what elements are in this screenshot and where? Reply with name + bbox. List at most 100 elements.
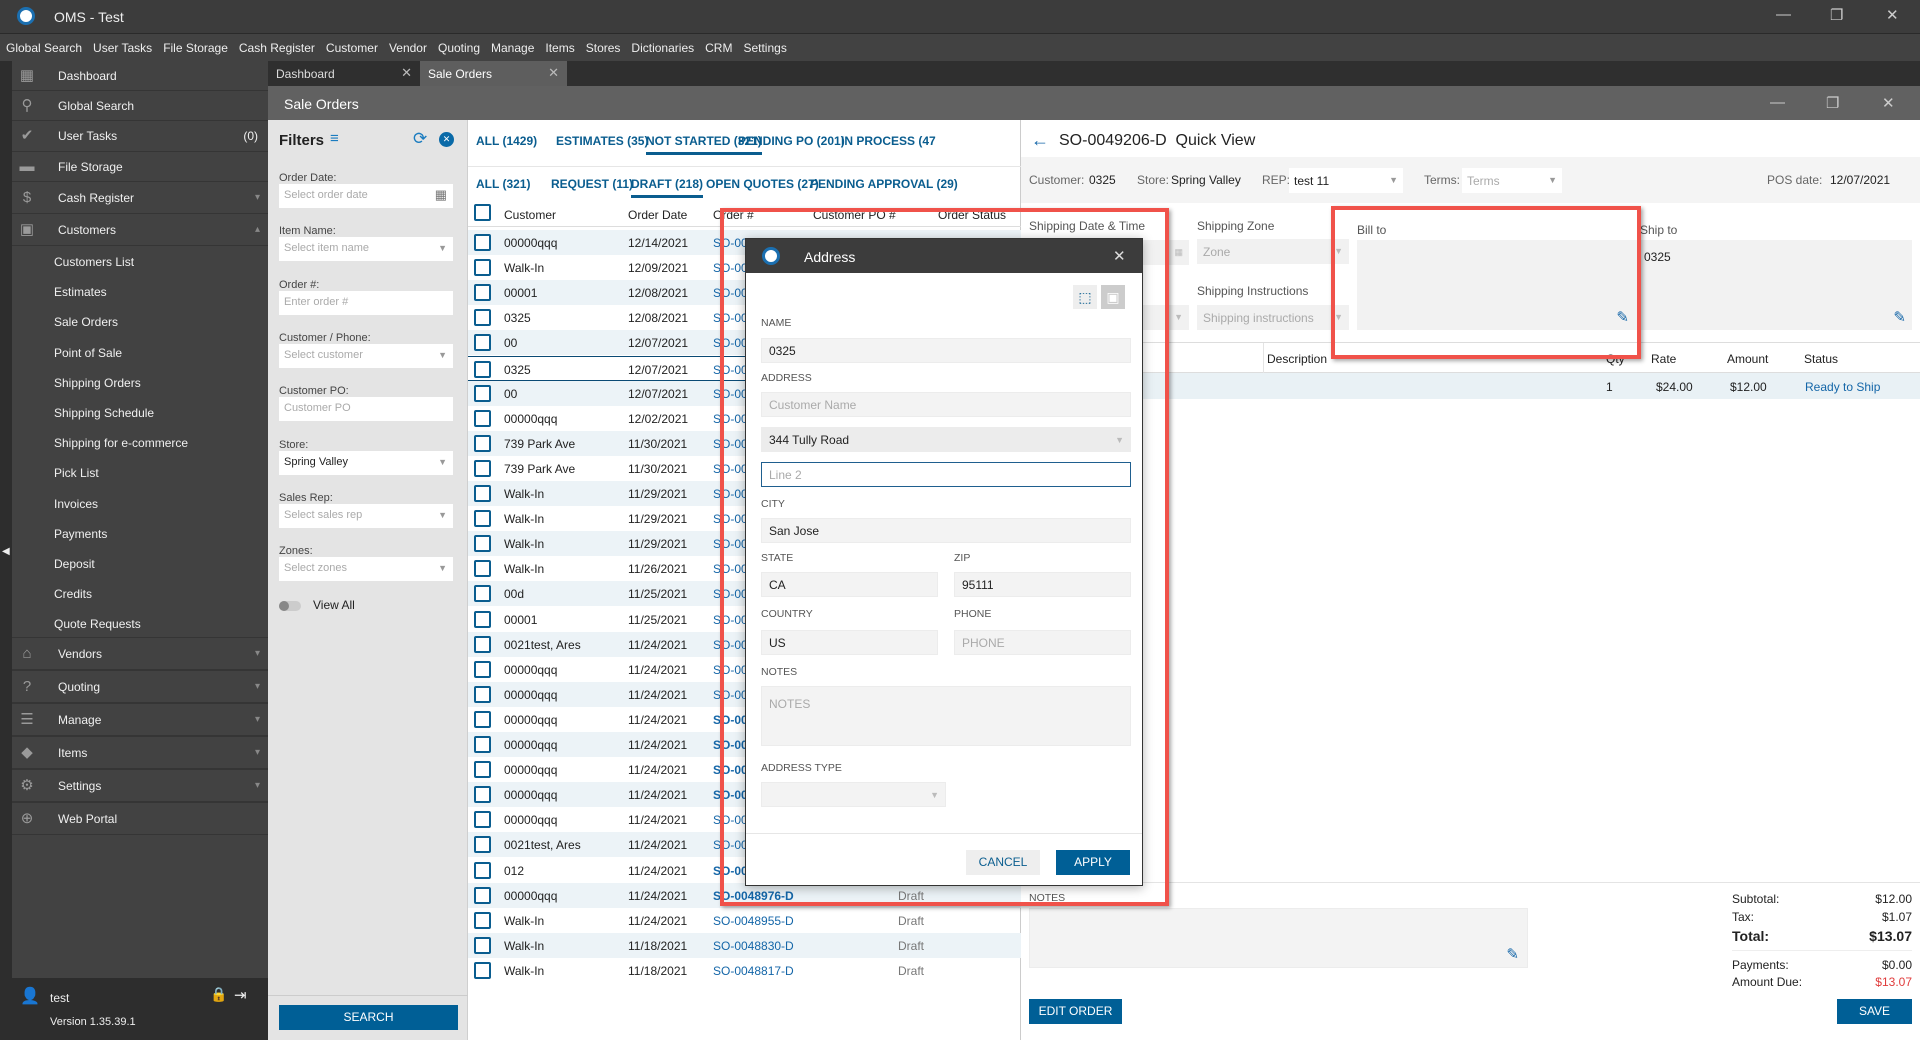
sidebar-item-settings[interactable]: ⚙ Settings ▾ — [12, 769, 268, 802]
cell-order-number-link[interactable]: SO-0048817-D — [713, 964, 794, 978]
close-tab-icon[interactable]: ✕ — [548, 65, 559, 81]
sidebar-subitem-quote-requests[interactable]: Quote Requests — [54, 617, 141, 631]
sidebar-item-vendors[interactable]: ⌂ Vendors ▾ — [12, 637, 268, 670]
bill-to-box[interactable]: ✎ — [1357, 240, 1637, 330]
line-item-row[interactable]: 1 $24.00 $12.00 Ready to Ship — [1021, 373, 1920, 399]
view-all-toggle[interactable] — [279, 601, 301, 611]
chevron-down-icon[interactable]: ▾ — [255, 192, 260, 203]
column-header-order-status[interactable]: Order Status — [938, 208, 1006, 222]
sidebar-item-cash-register[interactable]: $ Cash Register ▾ — [12, 182, 268, 214]
sidebar-item-file-storage[interactable]: ▬ File Storage — [12, 152, 268, 182]
sidebar-item-dashboard[interactable]: ▦ Dashboard — [12, 61, 268, 91]
cancel-button[interactable]: CANCEL — [966, 850, 1040, 875]
cell-order-number-link[interactable]: SO-00 — [713, 462, 748, 476]
cell-order-number-link[interactable]: SO-00 — [713, 864, 748, 878]
close-icon[interactable]: ✕ — [1886, 6, 1899, 24]
sidebar-item-web-portal[interactable]: ⊕ Web Portal — [12, 802, 268, 835]
cell-order-number-link[interactable]: SO-00 — [713, 663, 748, 677]
cell-order-number-link[interactable]: SO-00 — [713, 763, 748, 777]
cell-order-number-link[interactable]: SO-00 — [713, 613, 748, 627]
row-checkbox[interactable] — [474, 911, 491, 929]
zip-input[interactable]: 95111 — [954, 572, 1131, 597]
sidebar-subitem-pick-list[interactable]: Pick List — [54, 466, 99, 480]
chevron-down-icon[interactable]: ▾ — [255, 714, 260, 725]
country-input[interactable]: US — [761, 630, 938, 655]
cell-order-number-link[interactable]: SO-0048955-D — [713, 914, 794, 928]
sub-tab-draft-218[interactable]: DRAFT (218) — [631, 177, 704, 198]
column-header-order-date[interactable]: Order Date — [628, 208, 687, 222]
menu-dictionaries[interactable]: Dictionaries — [631, 41, 694, 55]
row-checkbox[interactable] — [474, 736, 491, 753]
clear-filters-icon[interactable]: ✕ — [439, 132, 454, 147]
sidebar-subitem-shipping-for-e-commerce[interactable]: Shipping for e-commerce — [54, 436, 188, 450]
row-checkbox[interactable] — [474, 861, 491, 879]
row-checkbox[interactable] — [474, 535, 491, 553]
row-checkbox[interactable] — [474, 585, 491, 603]
table-row[interactable]: Walk-In 11/18/2021 SO-0048817-D Draft — [468, 958, 1021, 983]
row-checkbox[interactable] — [474, 409, 491, 427]
sidebar-subitem-credits[interactable]: Credits — [54, 587, 92, 601]
cell-order-number-link[interactable]: SO-00 — [713, 487, 748, 501]
column-header-customer[interactable]: Customer — [504, 208, 556, 222]
edit-notes-pencil-icon[interactable]: ✎ — [1506, 945, 1519, 963]
sidebar-item-user-tasks[interactable]: ✔ User Tasks (0) — [12, 121, 268, 152]
menu-crm[interactable]: CRM — [705, 41, 732, 55]
edit-bill-to-pencil-icon[interactable]: ✎ — [1616, 308, 1629, 326]
row-checkbox[interactable] — [474, 360, 491, 378]
menu-items[interactable]: Items — [545, 41, 574, 55]
address-line1-select[interactable]: 344 Tully Road ▼ — [761, 427, 1131, 452]
cell-order-number-link[interactable]: SO-00 — [713, 638, 748, 652]
cell-order-number-link[interactable]: SO-00 — [713, 688, 748, 702]
sidebar-subitem-point-of-sale[interactable]: Point of Sale — [54, 346, 122, 360]
row-checkbox[interactable] — [474, 485, 491, 502]
menu-global-search[interactable]: Global Search — [6, 41, 82, 55]
minimize-icon[interactable]: — — [1776, 6, 1791, 23]
address-type-select[interactable]: ▼ — [761, 782, 946, 807]
filter-zones-input[interactable]: Select zones ▼ — [279, 557, 453, 582]
row-checkbox[interactable] — [474, 811, 491, 829]
cell-order-number-link[interactable]: SO-00 — [713, 336, 748, 350]
sub-tab-pending-approval-29[interactable]: PENDING APPROVAL (29) — [810, 177, 958, 191]
cell-order-number-link[interactable]: SO-00 — [713, 788, 748, 802]
sidebar-subitem-deposit[interactable]: Deposit — [54, 557, 95, 571]
lock-icon[interactable]: 🔒 — [210, 986, 227, 1003]
table-row[interactable]: Walk-In 11/24/2021 SO-0048955-D Draft — [468, 908, 1021, 933]
sub-tab-all-321[interactable]: ALL (321) — [476, 177, 530, 191]
cell-order-number-link[interactable]: SO-00 — [713, 512, 748, 526]
menu-quoting[interactable]: Quoting — [438, 41, 480, 55]
notes-textarea[interactable]: NOTES — [761, 686, 1131, 746]
cell-order-number-link[interactable]: SO-00 — [713, 311, 748, 325]
terms-select[interactable]: Terms ▼ — [1462, 168, 1562, 193]
sub-tab-open-quotes-27[interactable]: OPEN QUOTES (27) — [706, 177, 819, 191]
shipping-instructions-select[interactable]: Shipping instructions ▼ — [1197, 305, 1349, 330]
shipping-zone-select[interactable]: Zone ▼ — [1197, 239, 1349, 264]
row-checkbox[interactable] — [474, 886, 491, 904]
chevron-down-icon[interactable]: ▾ — [255, 681, 260, 692]
sidebar-item-manage[interactable]: ☰ Manage ▾ — [12, 703, 268, 736]
cell-order-number-link[interactable]: SO-00 — [713, 838, 748, 852]
cell-order-number-link[interactable]: SO-00 — [713, 713, 748, 727]
select-all-checkbox[interactable] — [474, 204, 491, 221]
row-checkbox[interactable] — [474, 635, 491, 653]
column-header-order-number[interactable]: Order # — [713, 208, 754, 222]
menu-file-storage[interactable]: File Storage — [163, 41, 228, 55]
row-checkbox[interactable] — [474, 309, 491, 327]
menu-settings[interactable]: Settings — [743, 41, 786, 55]
edit-ship-to-pencil-icon[interactable]: ✎ — [1893, 308, 1906, 326]
select-area-icon[interactable]: ⬚ — [1073, 285, 1097, 309]
sidebar-subitem-shipping-schedule[interactable]: Shipping Schedule — [54, 406, 154, 420]
column-header-customer-po[interactable]: Customer PO # — [813, 208, 896, 222]
row-checkbox[interactable] — [474, 786, 491, 804]
menu-cash-register[interactable]: Cash Register — [239, 41, 315, 55]
collapse-arrow-icon[interactable]: ◀ — [2, 546, 10, 557]
menu-vendor[interactable]: Vendor — [389, 41, 427, 55]
chevron-up-icon[interactable]: ▴ — [255, 224, 260, 235]
sidebar-subitem-customers-list[interactable]: Customers List — [54, 255, 134, 269]
state-input[interactable]: CA — [761, 572, 938, 597]
cell-order-number-link[interactable]: SO-00 — [713, 363, 748, 377]
menu-user-tasks[interactable]: User Tasks — [93, 41, 152, 55]
address-line2-input[interactable]: Line 2 — [761, 462, 1131, 487]
sidebar-collapse-strip[interactable]: ◀ — [0, 61, 12, 1040]
sidebar-subitem-shipping-orders[interactable]: Shipping Orders — [54, 376, 141, 390]
cell-order-number-link[interactable]: SO-0048976-D — [713, 889, 794, 903]
